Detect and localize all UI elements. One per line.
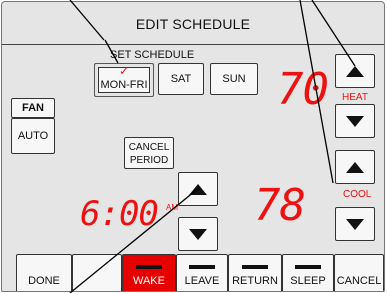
callout-lines [69,0,356,293]
callout-line-time [69,186,201,293]
callout-line-heat [311,0,356,67]
callout-line-schedule-tail [104,39,119,64]
callout-line-schedule [69,0,105,41]
callout-line-cool [299,0,334,184]
